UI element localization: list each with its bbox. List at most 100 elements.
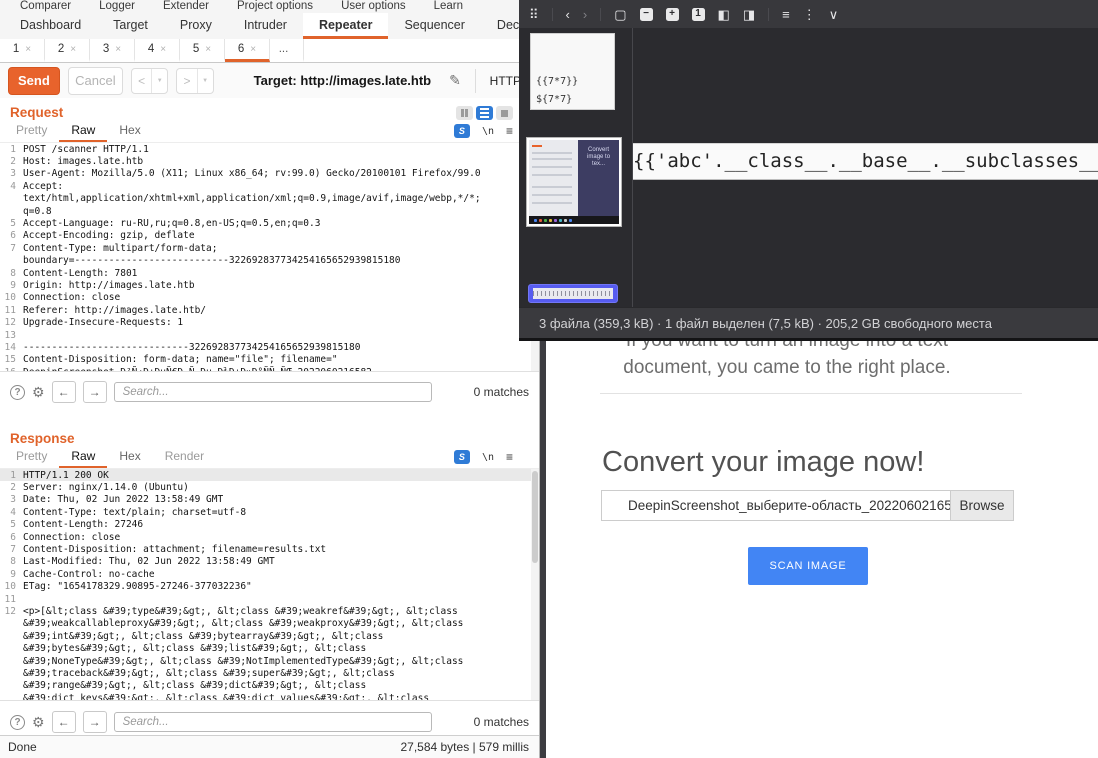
rows-layout-button[interactable]	[476, 106, 493, 120]
editor-tab[interactable]: Pretty	[4, 446, 59, 468]
menu-tab[interactable]: Intruder	[228, 13, 303, 39]
line-number: 3	[0, 168, 23, 179]
editor-tab[interactable]: Raw	[59, 120, 107, 142]
editor-tab[interactable]: Hex	[107, 446, 152, 468]
zoom-in-icon[interactable]: +	[666, 8, 679, 21]
next-request-button[interactable]: > ▼	[176, 68, 213, 94]
newline-toggle-icon[interactable]: \n	[482, 126, 494, 137]
gear-icon[interactable]: ⚙	[32, 385, 45, 399]
request-line: 4Accept:	[0, 180, 539, 192]
payload-image-preview[interactable]: {{'abc'.__class__.__base__.__subclasses_…	[633, 143, 1098, 180]
request-line: boundary=---------------------------3226…	[0, 255, 539, 267]
response-scrollbar[interactable]	[531, 469, 539, 700]
help-icon[interactable]: ?	[10, 715, 25, 730]
chevron-down-icon[interactable]: ∨	[829, 8, 839, 21]
menu-tab[interactable]: Proxy	[164, 13, 228, 39]
menu-tab[interactable]: Comparer	[6, 0, 85, 13]
fit-width-icon[interactable]: ◧	[718, 8, 730, 21]
browse-button[interactable]: Browse	[950, 490, 1014, 521]
zoom-out-icon[interactable]: −	[640, 8, 653, 21]
repeater-tab[interactable]: 1×	[0, 39, 45, 62]
taskbar-dot	[534, 219, 537, 222]
editor-tab[interactable]: Pretty	[4, 120, 59, 142]
editor-menu-icon[interactable]: ≡	[506, 450, 513, 464]
menu-tab[interactable]: Learn	[420, 0, 477, 13]
taskbar-dot	[559, 219, 562, 222]
selected-payload-image-thumbnail[interactable]	[528, 284, 618, 303]
help-icon[interactable]: ?	[10, 385, 25, 400]
editor-tab[interactable]: Raw	[59, 446, 107, 468]
request-editor[interactable]: 1POST /scanner HTTP/1.1 2Host: images.la…	[0, 142, 539, 372]
taskbar-dot	[554, 219, 557, 222]
response-editor[interactable]: 1HTTP/1.1 200 OK 2Server: nginx/1.14.0 (…	[0, 468, 539, 701]
response-line: 5Content-Length: 27246	[0, 519, 539, 531]
repeater-tab[interactable]: 4×	[135, 39, 180, 62]
syntax-highlight-icon[interactable]: S	[454, 124, 470, 138]
search-next-button[interactable]: →	[83, 381, 107, 403]
syntax-highlight-icon[interactable]: S	[454, 450, 470, 464]
zoom-fit-icon[interactable]: ▢	[600, 8, 626, 21]
line-number: 13	[0, 330, 23, 341]
thumbnails-grid-icon[interactable]: ⠿	[529, 8, 539, 21]
screenshot-file-thumbnail[interactable]: Convertimage totex...	[526, 137, 622, 227]
editor-menu-icon[interactable]: ≡	[506, 124, 513, 138]
ssti-payloads-file-thumbnail[interactable]: {{7*7}}${7*7}<%= 7*7 %>${{7*7}}	[530, 33, 615, 110]
list-view-icon[interactable]: ≡	[768, 8, 790, 21]
close-icon[interactable]: ×	[160, 44, 166, 55]
close-icon[interactable]: ×	[25, 44, 31, 55]
menu-tab[interactable]: User options	[327, 0, 420, 13]
menu-tab[interactable]: Extender	[149, 0, 223, 13]
single-layout-button[interactable]	[496, 106, 513, 120]
status-metrics: 27,584 bytes | 579 millis	[400, 740, 529, 754]
line-number: 11	[0, 305, 23, 316]
response-search-input[interactable]	[114, 712, 432, 732]
forward-icon[interactable]: ›	[583, 8, 587, 21]
close-icon[interactable]: ×	[115, 44, 121, 55]
columns-layout-button[interactable]	[456, 106, 473, 120]
repeater-tab[interactable]: 5×	[180, 39, 225, 62]
back-icon[interactable]: ‹	[552, 8, 570, 21]
editor-tab[interactable]: Render	[153, 446, 216, 468]
menu-tab[interactable]: Target	[97, 13, 164, 39]
close-icon[interactable]: ×	[250, 44, 256, 55]
line-number: 7	[0, 544, 23, 555]
dropdown-caret-icon[interactable]: ▼	[197, 69, 213, 93]
search-prev-button[interactable]: ←	[52, 381, 76, 403]
line-number: 1	[0, 144, 23, 155]
request-search-input[interactable]	[114, 382, 432, 402]
search-next-button[interactable]: →	[83, 711, 107, 733]
fit-height-icon[interactable]: ◨	[743, 8, 755, 21]
selected-thumb-preview	[533, 288, 613, 299]
repeater-tab[interactable]: 2×	[45, 39, 90, 62]
editor-icons: S \n ≡	[454, 124, 513, 138]
repeater-tab[interactable]: 3×	[90, 39, 135, 62]
dropdown-caret-icon[interactable]: ▼	[151, 69, 167, 93]
repeater-tab[interactable]: 6×	[225, 39, 270, 62]
search-prev-button[interactable]: ←	[52, 711, 76, 733]
more-options-icon[interactable]: ⋮	[803, 8, 816, 21]
prev-request-button[interactable]: < ▼	[131, 68, 168, 94]
cancel-button[interactable]: Cancel	[68, 67, 123, 95]
editor-tab[interactable]: Hex	[107, 120, 152, 142]
back-arrow-icon[interactable]: <	[132, 69, 151, 93]
menu-tab[interactable]: Repeater	[303, 13, 389, 39]
send-button[interactable]: Send	[8, 67, 60, 95]
menu-tab[interactable]: Project options	[223, 0, 327, 13]
tab-number: 6	[238, 43, 244, 55]
repeater-tab[interactable]: ...	[270, 39, 304, 62]
response-line: &#39;range&#39;&gt;, &lt;class &#39;dict…	[0, 680, 539, 692]
menu-tab[interactable]: Dashboard	[4, 13, 97, 39]
menu-tab[interactable]: Logger	[85, 0, 149, 13]
file-upload-input[interactable]: DeepinScreenshot_выберите-область_202206…	[601, 490, 1014, 521]
menu-tab[interactable]: Sequencer	[388, 13, 480, 39]
close-icon[interactable]: ×	[70, 44, 76, 55]
file-input-value[interactable]: DeepinScreenshot_выберите-область_202206…	[601, 490, 950, 521]
edit-target-icon[interactable]: ✎	[449, 72, 461, 89]
scan-image-button[interactable]: SCAN IMAGE	[748, 547, 868, 585]
gear-icon[interactable]: ⚙	[32, 715, 45, 729]
response-line: 1HTTP/1.1 200 OK	[0, 469, 539, 481]
newline-toggle-icon[interactable]: \n	[482, 452, 494, 463]
zoom-original-icon[interactable]: 1	[692, 8, 705, 21]
close-icon[interactable]: ×	[205, 44, 211, 55]
forward-arrow-icon[interactable]: >	[177, 69, 196, 93]
